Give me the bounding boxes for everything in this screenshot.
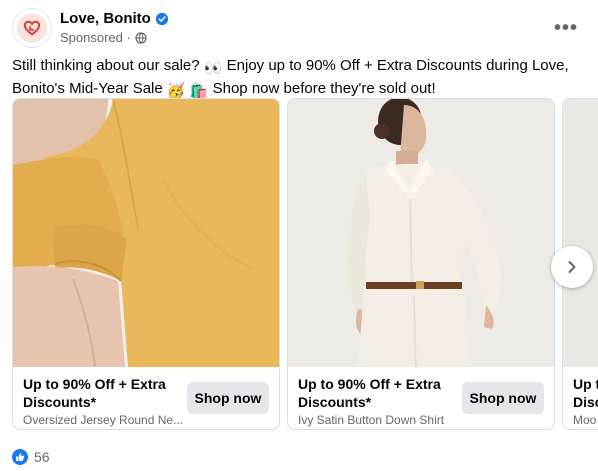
brand-logo-icon	[17, 13, 47, 43]
card-headline[interactable]: Up to 90% Off + Extra Discounts*	[298, 375, 468, 411]
more-options-button[interactable]: •••	[552, 14, 580, 42]
product-image-third[interactable]	[563, 99, 598, 367]
shop-now-button[interactable]: Shop now	[462, 382, 544, 414]
card-headline[interactable]: Up to 90% Off + Extra Discounts*	[23, 375, 193, 411]
card-description: Moo	[573, 413, 597, 427]
globe-icon	[135, 31, 147, 44]
reaction-summary[interactable]: 56	[12, 449, 50, 465]
product-image-yellow-tee[interactable]	[13, 99, 279, 367]
carousel-next-button[interactable]	[551, 246, 593, 288]
card-headline[interactable]: Up t Disc	[573, 375, 598, 411]
reaction-count[interactable]: 56	[34, 449, 50, 465]
sponsored-label[interactable]: Sponsored ·	[60, 30, 131, 45]
like-icon	[12, 449, 28, 465]
post-text: Still thinking about our sale? 👀 Enjoy u…	[12, 57, 569, 100]
product-image-white-shirt[interactable]	[288, 99, 554, 367]
card-description: Ivy Satin Button Down Shirt	[298, 413, 445, 427]
page-name[interactable]: Love, Bonito	[60, 10, 151, 27]
chevron-right-icon	[568, 261, 576, 273]
post-header: Love, Bonito Sponsored · •••	[12, 8, 586, 48]
card-description: Oversized Jersey Round Ne...	[23, 413, 183, 427]
carousel-card[interactable]: Up to 90% Off + Extra Discounts* Oversiz…	[12, 98, 280, 430]
shop-now-button[interactable]: Shop now	[187, 382, 269, 414]
carousel-card[interactable]: Up to 90% Off + Extra Discounts* Ivy Sat…	[287, 98, 555, 430]
more-icon: •••	[553, 17, 578, 39]
verified-badge-icon	[155, 12, 168, 25]
eyes-emoji: 👀	[203, 60, 223, 77]
ad-carousel: Up to 90% Off + Extra Discounts* Oversiz…	[12, 98, 598, 432]
page-avatar[interactable]	[12, 8, 52, 48]
